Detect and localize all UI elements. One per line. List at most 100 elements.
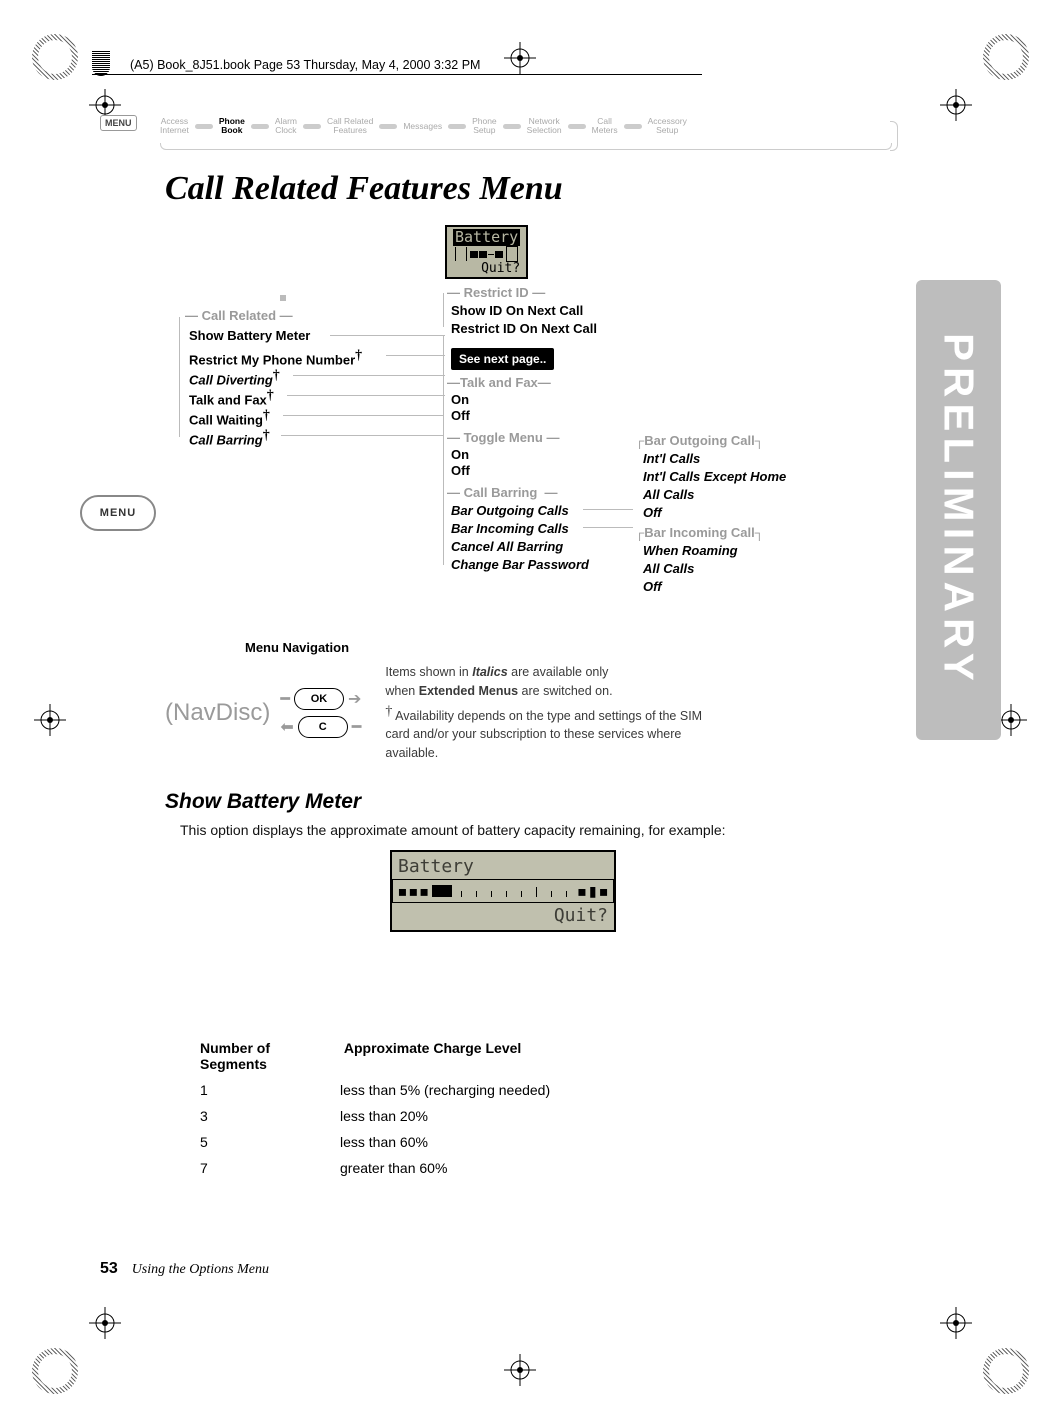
table-row: 7greater than 60% bbox=[200, 1160, 704, 1176]
registration-mark-icon bbox=[500, 1350, 540, 1390]
item-change-bar-pw: Change Bar Password bbox=[451, 557, 589, 572]
item-call-barring: Call Barring† bbox=[189, 428, 270, 447]
header-rule bbox=[92, 74, 702, 75]
nav-note: Items shown in Italics are available onl… bbox=[385, 663, 725, 763]
cell-level: less than 20% bbox=[340, 1108, 700, 1124]
dagger-icon: † bbox=[273, 368, 280, 383]
breadcrumb-items: AccessInternetPhoneBookAlarmClockCall Re… bbox=[160, 117, 687, 136]
registration-mark-icon bbox=[936, 85, 976, 125]
dagger-icon: † bbox=[355, 348, 362, 363]
arrow-right-icon: ━ bbox=[280, 689, 290, 709]
breadcrumb-cap bbox=[890, 121, 898, 151]
arrow-left-icon: ⬅ bbox=[280, 717, 293, 737]
item-toggle-on: On bbox=[451, 447, 469, 462]
document-page: (A5) Book_8J51.book Page 53 Thursday, Ma… bbox=[0, 0, 1061, 1428]
table-row: 1less than 5% (recharging needed) bbox=[200, 1082, 704, 1098]
group-talk-fax-label: —Talk and Fax— bbox=[447, 375, 551, 390]
breadcrumb-separator bbox=[503, 124, 521, 129]
group-restrict-id-label: — Restrict ID — bbox=[447, 285, 545, 300]
item-restrict-id: Restrict ID On Next Call bbox=[451, 321, 597, 336]
menu-tag: MENU bbox=[100, 115, 137, 131]
header-hatch-icon bbox=[92, 50, 110, 76]
breadcrumb-item: PhoneSetup bbox=[472, 117, 497, 136]
lcd-large-title: Battery bbox=[398, 856, 608, 877]
navdisc-label: (NavDisc) bbox=[165, 699, 270, 727]
lcd-small: Battery Quit? bbox=[445, 225, 528, 279]
breadcrumb-item: AccessInternet bbox=[160, 117, 189, 136]
item-when-roaming: When Roaming bbox=[643, 543, 738, 558]
item-tf-off: Off bbox=[451, 408, 470, 423]
registration-mark-icon bbox=[30, 700, 70, 740]
lcd-small-title: Battery bbox=[453, 229, 520, 246]
item-toggle-off: Off bbox=[451, 463, 470, 478]
breadcrumb-item: PhoneBook bbox=[219, 117, 245, 136]
item-bar-out: Bar Outgoing Calls bbox=[451, 503, 569, 518]
menu-key-badge: MENU bbox=[80, 495, 156, 531]
registration-mark-icon bbox=[500, 38, 540, 78]
table-row: 5less than 60% bbox=[200, 1134, 704, 1150]
item-off-out: Off bbox=[643, 505, 662, 520]
signal-icon bbox=[455, 247, 467, 261]
cell-segments: 7 bbox=[200, 1160, 340, 1176]
item-intl-calls: Int'l Calls bbox=[643, 451, 700, 466]
breadcrumb-item: CallMeters bbox=[592, 117, 618, 136]
lcd-large: Battery ▪▪▪ ▪▮▪ Quit? bbox=[390, 850, 616, 932]
lcd-large-action: Quit? bbox=[398, 905, 608, 926]
registration-mark-icon bbox=[85, 1303, 125, 1343]
group-bar-in-label: ┌Bar Incoming Call┐ bbox=[635, 525, 764, 540]
battery-icon: ▪▮▪ bbox=[576, 881, 609, 902]
charge-level-table: Number of Segments Approximate Charge Le… bbox=[200, 1030, 704, 1176]
preliminary-tab: PRELIMINARY bbox=[916, 280, 1001, 740]
battery-icon bbox=[506, 246, 518, 262]
page-footer-text: Using the Options Menu bbox=[132, 1262, 269, 1277]
breadcrumb-separator bbox=[195, 124, 213, 129]
item-restrict-my-number: Restrict My Phone Number† bbox=[189, 348, 362, 367]
breadcrumb-separator bbox=[624, 124, 642, 129]
breadcrumb-underline bbox=[160, 143, 892, 150]
item-intl-except: Int'l Calls Except Home bbox=[643, 469, 786, 484]
item-call-waiting: Call Waiting† bbox=[189, 408, 270, 427]
item-call-diverting: Call Diverting† bbox=[189, 368, 280, 387]
dagger-icon: † bbox=[385, 704, 392, 719]
breadcrumb-item: Call RelatedFeatures bbox=[327, 117, 373, 136]
cell-level: greater than 60% bbox=[340, 1160, 700, 1176]
section-heading: Show Battery Meter bbox=[165, 790, 361, 814]
breadcrumb-item: Messages bbox=[403, 122, 442, 131]
cell-segments: 5 bbox=[200, 1134, 340, 1150]
lcd-large-bar: ▪▪▪ ▪▮▪ bbox=[392, 879, 614, 903]
signal-icon: ▪▪▪ bbox=[397, 881, 430, 902]
breadcrumb-item: AccessorySetup bbox=[648, 117, 687, 136]
arrow-left-icon: ━ bbox=[352, 717, 362, 737]
item-all-calls-out: All Calls bbox=[643, 487, 694, 502]
group-bar-out-label: ┌Bar Outgoing Call┐ bbox=[635, 433, 764, 448]
cell-segments: 1 bbox=[200, 1082, 340, 1098]
menu-breadcrumb: MENU AccessInternetPhoneBookAlarmClockCa… bbox=[100, 115, 900, 160]
cell-level: less than 5% (recharging needed) bbox=[340, 1082, 700, 1098]
breadcrumb-item: NetworkSelection bbox=[527, 117, 562, 136]
running-header: (A5) Book_8J51.book Page 53 Thursday, Ma… bbox=[130, 58, 480, 72]
group-call-barring-label: — Call Barring — bbox=[447, 485, 558, 500]
group-toggle-label: — Toggle Menu — bbox=[447, 430, 559, 445]
c-key-icon: C bbox=[298, 716, 348, 738]
arrow-right-icon: ➔ bbox=[348, 689, 361, 709]
registration-mark-icon bbox=[936, 1303, 976, 1343]
ok-key-icon: OK bbox=[294, 688, 344, 710]
item-show-battery-meter: Show Battery Meter bbox=[189, 328, 310, 343]
item-off-in: Off bbox=[643, 579, 662, 594]
page-number: 53 bbox=[100, 1260, 118, 1277]
menu-navigation-block: Menu Navigation (NavDisc) ━ OK ➔ ⬅ C ━ I… bbox=[165, 640, 865, 763]
group-call-related-label: — Call Related — bbox=[185, 308, 293, 323]
breadcrumb-separator bbox=[568, 124, 586, 129]
item-bar-in: Bar Incoming Calls bbox=[451, 521, 569, 536]
print-corner-mark bbox=[32, 34, 78, 80]
dagger-icon: † bbox=[267, 388, 274, 403]
print-corner-mark bbox=[983, 1348, 1029, 1394]
cell-segments: 3 bbox=[200, 1108, 340, 1124]
breadcrumb-separator bbox=[251, 124, 269, 129]
print-corner-mark bbox=[32, 1348, 78, 1394]
table-header-level: Approximate Charge Level bbox=[344, 1040, 704, 1056]
preliminary-label: PRELIMINARY bbox=[935, 333, 983, 687]
dagger-icon: † bbox=[263, 408, 270, 423]
breadcrumb-separator bbox=[303, 124, 321, 129]
item-talk-and-fax: Talk and Fax† bbox=[189, 388, 274, 407]
